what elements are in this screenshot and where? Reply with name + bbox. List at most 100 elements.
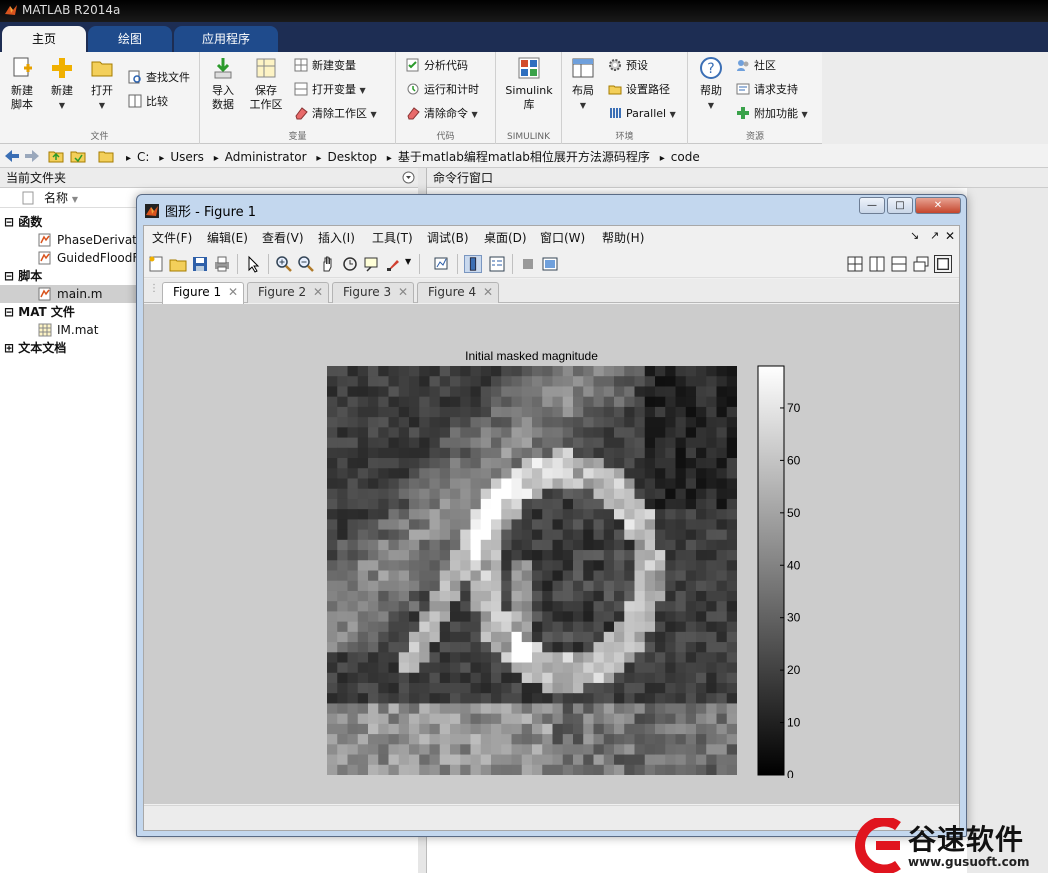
show-plot-tools-icon[interactable] xyxy=(541,255,559,273)
open-file-icon[interactable] xyxy=(169,255,187,273)
collapse-icon[interactable]: ⊟ xyxy=(4,215,14,229)
tab-figure-1[interactable]: Figure 1 ✕ xyxy=(162,282,244,304)
maximize-figure-icon[interactable] xyxy=(934,255,952,273)
float-icon[interactable] xyxy=(912,255,930,273)
close-tab-icon[interactable]: ✕ xyxy=(313,283,323,302)
brush-icon[interactable] xyxy=(385,255,403,273)
legend-toggle-icon[interactable] xyxy=(488,255,506,273)
open-button[interactable]: 打开 ▼ xyxy=(86,56,118,113)
new-script-button[interactable]: 新建 脚本 xyxy=(4,56,40,112)
new-variable-button[interactable]: 新建变量 xyxy=(294,56,356,76)
menu-insert[interactable]: 插入(I) xyxy=(318,229,355,246)
panel-menu-icon[interactable] xyxy=(402,171,415,184)
breadcrumb-item[interactable]: Administrator xyxy=(225,150,307,164)
close-icon[interactable]: ✕ xyxy=(945,229,955,243)
breadcrumb-item[interactable]: Desktop xyxy=(327,150,377,164)
help-button[interactable]: ? 帮助 ▼ xyxy=(694,56,728,113)
maximize-button[interactable]: □ xyxy=(887,197,913,214)
breadcrumb-item[interactable]: C: xyxy=(137,150,149,164)
save-icon[interactable] xyxy=(191,255,209,273)
preferences-button[interactable]: 预设 xyxy=(608,56,648,76)
tile-grid-icon[interactable] xyxy=(846,255,864,273)
parallel-button[interactable]: Parallel ▼ xyxy=(608,104,676,124)
zoom-in-icon[interactable] xyxy=(275,255,293,273)
image-pixel xyxy=(511,488,523,500)
find-files-button[interactable]: 查找文件 xyxy=(128,68,190,88)
tab-figure-2[interactable]: Figure 2 ✕ xyxy=(247,282,329,303)
set-path-button[interactable]: 设置路径 xyxy=(608,80,670,100)
expand-icon[interactable]: ⊞ xyxy=(4,341,14,355)
menu-help[interactable]: 帮助(H) xyxy=(602,229,644,246)
simulink-library-button[interactable]: Simulink 库 xyxy=(500,56,558,112)
tab-figure-3[interactable]: Figure 3 ✕ xyxy=(332,282,414,303)
brush-dropdown-icon[interactable]: ▼ xyxy=(405,257,411,266)
close-tab-icon[interactable]: ✕ xyxy=(483,283,493,302)
community-button[interactable]: 社区 xyxy=(736,56,776,76)
minimize-button[interactable]: — xyxy=(859,197,885,214)
import-data-button[interactable]: 导入 数据 xyxy=(206,56,240,112)
compare-button[interactable]: 比较 xyxy=(128,92,168,112)
tile-left-right-icon[interactable] xyxy=(868,255,886,273)
run-and-time-button[interactable]: 运行和计时 xyxy=(406,80,479,100)
undock-icon[interactable]: ↘ xyxy=(910,229,919,242)
close-tab-icon[interactable]: ✕ xyxy=(398,283,408,302)
clear-workspace-button[interactable]: 清除工作区 ▼ xyxy=(294,104,377,124)
browse-folder-icon[interactable] xyxy=(70,149,86,163)
list-item[interactable]: main.m xyxy=(0,285,136,303)
clear-commands-button[interactable]: 清除命令 ▼ xyxy=(406,104,478,124)
close-button[interactable]: ✕ xyxy=(915,197,961,214)
analyze-code-button[interactable]: 分析代码 xyxy=(406,56,468,76)
colorbar-toggle-icon[interactable] xyxy=(464,255,482,273)
pin-icon[interactable]: ↗ xyxy=(930,229,939,242)
layout-button[interactable]: 布局 ▼ xyxy=(566,56,600,113)
zoom-out-icon[interactable] xyxy=(297,255,315,273)
tab-plots[interactable]: 绘图 xyxy=(88,26,172,52)
tree-group-mat-files[interactable]: ⊟ MAT 文件 xyxy=(0,303,136,321)
save-workspace-button[interactable]: 保存 工作区 xyxy=(246,56,286,112)
close-tab-icon[interactable]: ✕ xyxy=(228,283,238,302)
tile-top-bottom-icon[interactable] xyxy=(890,255,908,273)
colorbar[interactable]: 010203040506070 xyxy=(756,364,826,778)
figure-canvas[interactable]: Initial masked magnitude 0 10 20 30 40 50 60 70 xyxy=(144,304,959,804)
menu-tools[interactable]: 工具(T) xyxy=(372,229,413,246)
tab-figure-4[interactable]: Figure 4 ✕ xyxy=(417,282,499,303)
rotate-3d-icon[interactable] xyxy=(341,255,359,273)
breadcrumb-item[interactable]: 基于matlab编程matlab相位展开方法源码程序 xyxy=(398,150,650,164)
image-pixel xyxy=(696,376,707,388)
menu-window[interactable]: 窗口(W) xyxy=(540,229,585,246)
magnitude-image[interactable] xyxy=(327,366,737,775)
image-pixel xyxy=(511,406,523,418)
list-item[interactable]: GuidedFloodF xyxy=(0,249,136,267)
new-figure-icon[interactable] xyxy=(147,255,165,273)
up-folder-icon[interactable] xyxy=(48,149,64,163)
tab-home[interactable]: 主页 xyxy=(2,26,86,52)
list-item[interactable]: IM.mat xyxy=(0,321,136,339)
menu-debug[interactable]: 调试(B) xyxy=(427,229,469,246)
tree-group-scripts[interactable]: ⊟ 脚本 xyxy=(0,267,136,285)
print-icon[interactable] xyxy=(213,255,231,273)
collapse-icon[interactable]: ⊟ xyxy=(4,305,14,319)
breadcrumb-item[interactable]: Users xyxy=(170,150,204,164)
open-variable-button[interactable]: 打开变量 ▼ xyxy=(294,80,366,100)
tree-group-text-docs[interactable]: ⊞ 文本文档 xyxy=(0,339,136,357)
menu-edit[interactable]: 编辑(E) xyxy=(207,229,248,246)
tree-group-functions[interactable]: ⊟ 函数 xyxy=(0,213,136,231)
menu-desktop[interactable]: 桌面(D) xyxy=(484,229,527,246)
image-pixel xyxy=(337,672,349,684)
pan-hand-icon[interactable] xyxy=(319,255,337,273)
pointer-icon[interactable] xyxy=(244,255,262,273)
request-support-button[interactable]: 请求支持 xyxy=(736,80,798,100)
menu-view[interactable]: 查看(V) xyxy=(262,229,304,246)
new-button[interactable]: 新建 ▼ xyxy=(46,56,78,113)
menu-file[interactable]: 文件(F) xyxy=(152,229,192,246)
tab-apps[interactable]: 应用程序 xyxy=(174,26,278,52)
forward-arrow-icon[interactable] xyxy=(24,149,40,163)
add-ons-button[interactable]: 附加功能 ▼ xyxy=(736,104,808,124)
link-plot-icon[interactable] xyxy=(433,255,451,273)
breadcrumb-item[interactable]: code xyxy=(671,150,700,164)
back-arrow-icon[interactable] xyxy=(4,149,20,163)
list-item[interactable]: PhaseDerivati xyxy=(0,231,136,249)
hide-plot-tools-icon[interactable] xyxy=(519,255,537,273)
collapse-icon[interactable]: ⊟ xyxy=(4,269,14,283)
data-cursor-icon[interactable] xyxy=(363,255,381,273)
